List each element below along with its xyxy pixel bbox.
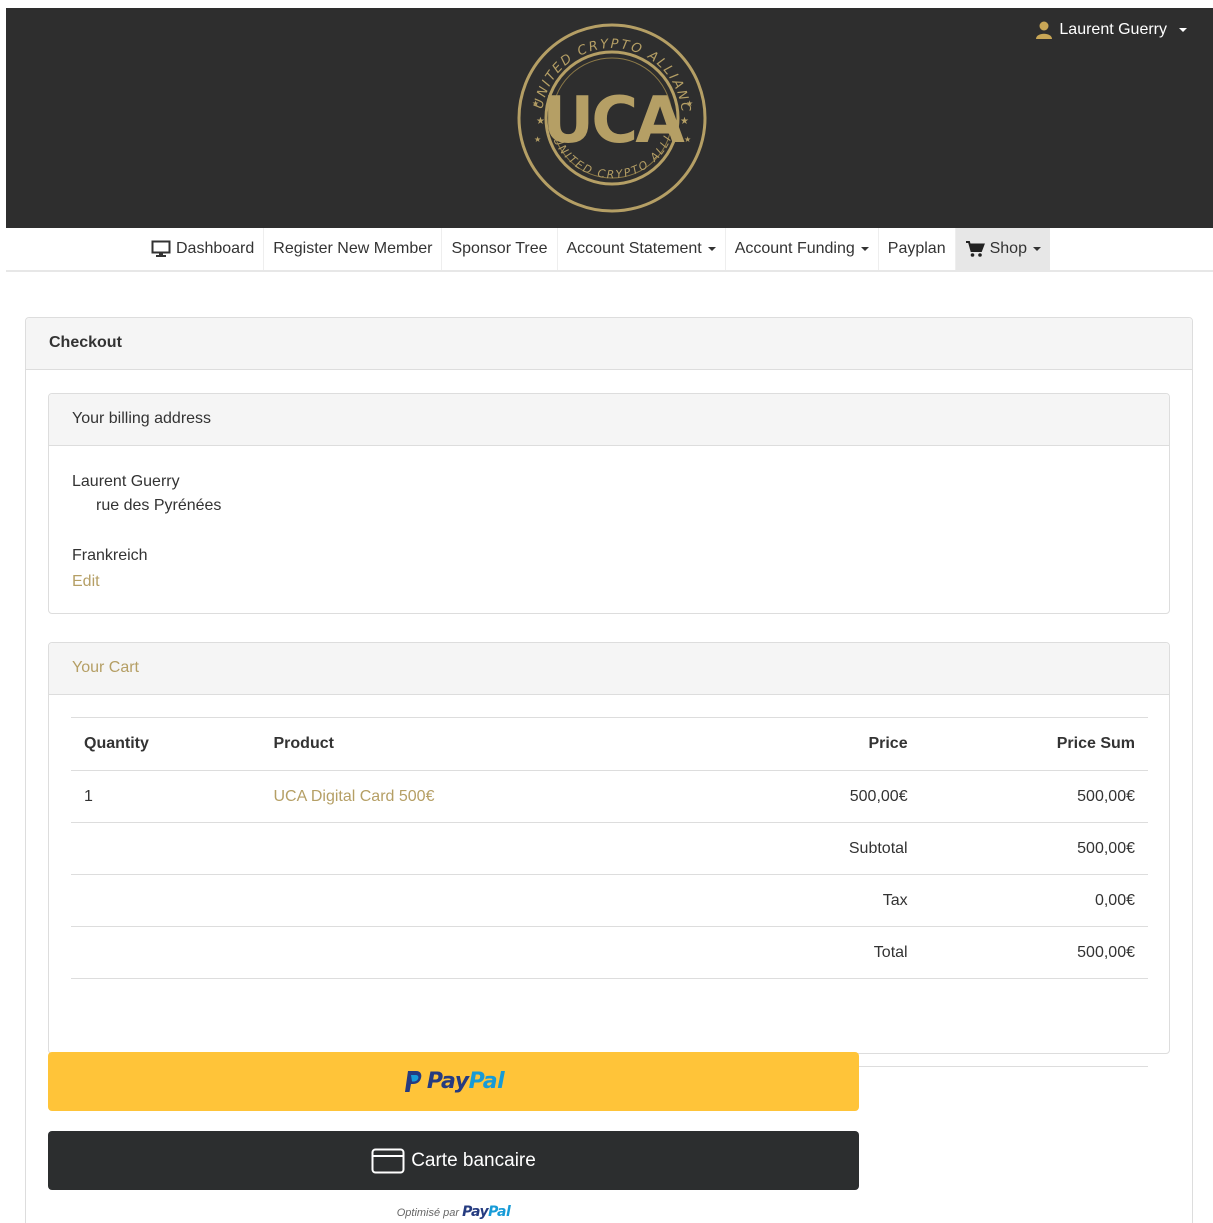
billing-country: Frankreich: [72, 547, 148, 564]
nav-dashboard[interactable]: Dashboard: [142, 228, 265, 270]
cart-panel: Your Cart Quantity Product Price Price S…: [48, 642, 1170, 1067]
card-payment-button[interactable]: Carte bancaire: [48, 1131, 859, 1190]
nav-account-funding[interactable]: Account Funding: [726, 228, 879, 270]
row-price-sum: 500,00€: [920, 770, 1148, 823]
billing-address-panel: Your billing address Laurent Guerry rue …: [48, 393, 1170, 614]
nav-sponsor-tree-label: Sponsor Tree: [451, 240, 548, 257]
caret-down-icon: [1032, 247, 1041, 251]
row-price: 500,00€: [679, 770, 921, 823]
monitor-icon: [151, 240, 171, 257]
edit-address-link[interactable]: Edit: [72, 570, 1146, 594]
caret-down-icon: [707, 247, 716, 251]
user-icon: [1036, 21, 1053, 39]
billing-street: rue des Pyrénées: [96, 497, 222, 514]
total-label: Total: [679, 926, 921, 979]
tax-value: 0,00€: [920, 874, 1148, 927]
nav-shop[interactable]: Shop: [955, 228, 1050, 270]
user-menu[interactable]: Laurent Guerry: [1035, 21, 1187, 39]
total-value: 500,00€: [920, 926, 1148, 979]
table-row: 1 UCA Digital Card 500€ 500,00€ 500,00€: [71, 770, 1148, 823]
nav-dashboard-label: Dashboard: [176, 240, 255, 257]
checkout-title: Checkout: [26, 318, 1192, 370]
column-header-quantity: Quantity: [71, 717, 261, 771]
cart-table: Quantity Product Price Price Sum 1 UCA D…: [71, 717, 1148, 1067]
main-nav: Dashboard Register New Member Sponsor Tr…: [6, 228, 1213, 272]
caret-down-icon: [1179, 28, 1187, 32]
subtotal-label: Subtotal: [679, 822, 921, 875]
nav-sponsor-tree[interactable]: Sponsor Tree: [442, 228, 558, 270]
nav-shop-label: Shop: [989, 240, 1027, 257]
column-header-product: Product: [260, 717, 680, 771]
svg-text:★: ★: [686, 99, 693, 108]
column-header-price-sum: Price Sum: [920, 717, 1148, 771]
nav-register-label: Register New Member: [273, 240, 433, 257]
uca-logo[interactable]: UNITED CRYPTO ALLIANCE UNITED CRYPTO ALL…: [514, 20, 710, 216]
card-payment-label: Carte bancaire: [411, 1149, 536, 1171]
svg-text:★: ★: [536, 116, 545, 127]
row-quantity: 1: [71, 770, 261, 823]
cart-title: Your Cart: [49, 643, 1169, 695]
credit-card-icon: [371, 1148, 405, 1173]
subtotal-value: 500,00€: [920, 822, 1148, 875]
paypal-button[interactable]: PayPal: [48, 1052, 859, 1111]
svg-text:★: ★: [684, 135, 691, 144]
nav-payplan-label: Payplan: [887, 240, 946, 257]
user-name: Laurent Guerry: [1059, 21, 1167, 38]
column-header-price: Price: [679, 717, 921, 771]
powered-prefix: Optimisé par: [396, 1207, 460, 1219]
svg-text:★: ★: [680, 116, 689, 127]
subtotal-row: Subtotal 500,00€: [71, 822, 1148, 875]
svg-text:★: ★: [534, 135, 541, 144]
paypal-icon: [404, 1070, 422, 1092]
total-row: Total 500,00€: [71, 926, 1148, 979]
powered-by-paypal: Optimisé par PayPal: [48, 1204, 859, 1220]
paypal-wordmark-small: PayPal: [462, 1204, 511, 1220]
nav-register-new-member[interactable]: Register New Member: [264, 228, 443, 270]
cart-header-row: Quantity Product Price Price Sum: [71, 717, 1148, 771]
svg-text:★: ★: [532, 99, 539, 108]
cart-icon: [965, 241, 985, 257]
nav-account-statement[interactable]: Account Statement: [558, 228, 726, 270]
svg-text:UCA: UCA: [542, 84, 685, 158]
billing-name: Laurent Guerry: [72, 473, 180, 490]
site-header: UNITED CRYPTO ALLIANCE UNITED CRYPTO ALL…: [6, 8, 1213, 228]
billing-address-title: Your billing address: [49, 394, 1169, 446]
nav-account-funding-label: Account Funding: [734, 240, 855, 257]
caret-down-icon: [860, 247, 869, 251]
nav-payplan[interactable]: Payplan: [879, 228, 956, 270]
product-link[interactable]: UCA Digital Card 500€: [274, 788, 435, 805]
paypal-wordmark: PayPal: [426, 1069, 505, 1094]
tax-row: Tax 0,00€: [71, 874, 1148, 927]
nav-account-statement-label: Account Statement: [566, 240, 702, 257]
tax-label: Tax: [679, 874, 921, 927]
